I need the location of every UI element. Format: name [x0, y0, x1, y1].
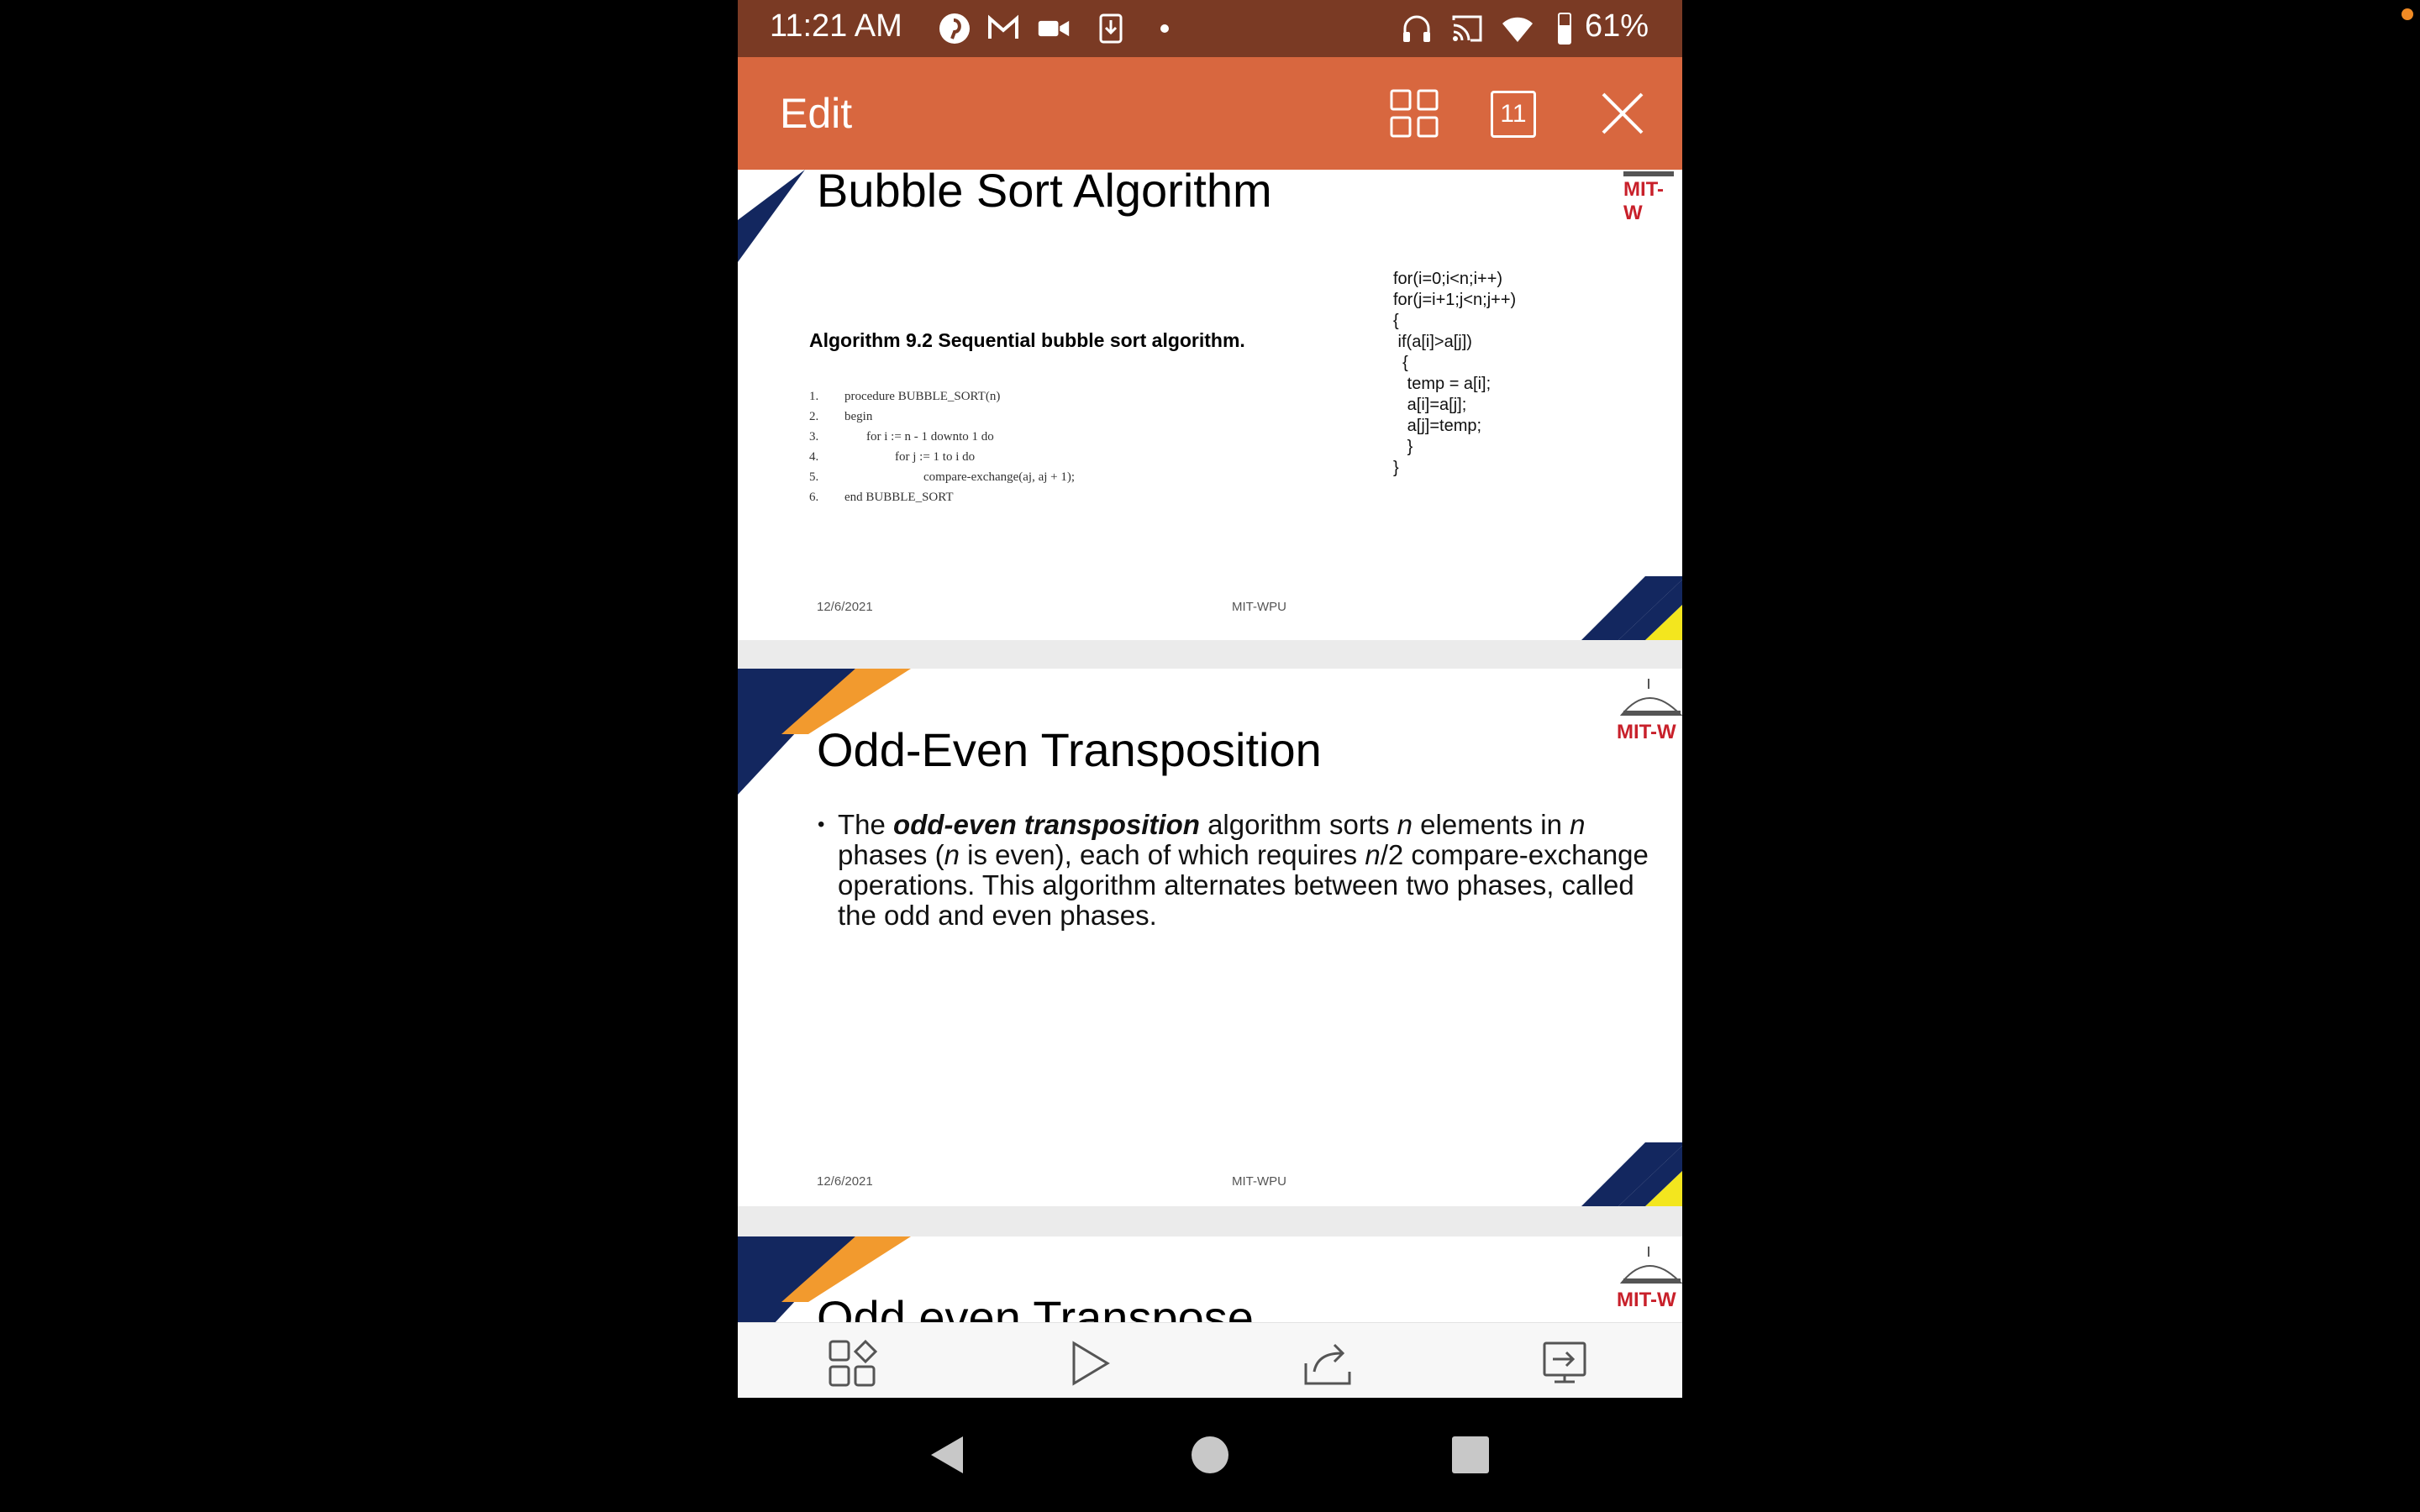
- code-line: for(j=i+1;j<n;j++): [1393, 291, 1517, 309]
- dot-icon: [1160, 24, 1169, 33]
- slide-odd-even-transpose[interactable]: Odd even Transpose MIT-W: [738, 1236, 1682, 1322]
- slide-odd-even[interactable]: Odd-Even Transposition MIT-W • The odd-e…: [738, 669, 1682, 1206]
- bottom-toolbar: [738, 1322, 1682, 1398]
- pinterest-icon: [939, 13, 970, 44]
- code-line: if(a[i]>a[j]): [1393, 333, 1472, 351]
- mit-logo: MIT-W: [1615, 170, 1682, 254]
- headphones-icon: [1403, 15, 1430, 42]
- algorithm-line: 1. procedure BUBBLE_SORT(n): [809, 390, 1001, 403]
- slide-footer: MIT-WPU: [1232, 1174, 1286, 1189]
- algorithm-line: 5. compare-exchange(aj, aj + 1);: [809, 470, 1076, 484]
- slides-scroll-area[interactable]: Bubble Sort Algorithm MIT-W Algorithm 9.…: [738, 170, 1682, 1322]
- battery-icon: [1558, 13, 1571, 45]
- slide-title: Odd-Even Transposition: [817, 723, 1322, 776]
- share-icon[interactable]: [1302, 1338, 1353, 1389]
- grid-view-icon[interactable]: [1388, 87, 1440, 139]
- close-icon[interactable]: [1597, 87, 1649, 139]
- code-line: a[i]=a[j];: [1393, 396, 1467, 414]
- mit-logo: MIT-W: [1615, 1245, 1682, 1322]
- slide-title: Bubble Sort Algorithm: [817, 170, 1272, 217]
- page-count: 11: [1500, 100, 1527, 128]
- slides-layout-icon[interactable]: [827, 1338, 877, 1389]
- slide-bubble-sort[interactable]: Bubble Sort Algorithm MIT-W Algorithm 9.…: [738, 170, 1682, 640]
- slide-corner-decoration: [1581, 576, 1682, 640]
- algorithm-listing: 1. procedure BUBBLE_SORT(n) 2. begin 3. for…: [809, 390, 1075, 511]
- algorithm-line: 2. begin: [809, 410, 873, 423]
- code-line: }: [1393, 459, 1399, 477]
- code-line: }: [1393, 438, 1413, 456]
- play-icon[interactable]: [1064, 1338, 1114, 1389]
- code-line: temp = a[i];: [1393, 375, 1491, 393]
- edit-button[interactable]: Edit: [780, 89, 852, 138]
- slide-footer: MIT-WPU: [1232, 600, 1286, 614]
- video-camera-icon: [1038, 20, 1070, 37]
- bullet-paragraph: • The odd-even transposition algorithm s…: [818, 809, 1649, 931]
- battery-percent: 61%: [1584, 8, 1649, 44]
- gmail-icon: [988, 14, 1018, 39]
- app-bar: Edit 11: [738, 57, 1682, 170]
- cast-icon: [1452, 15, 1482, 42]
- navigation-bar: [738, 1398, 1682, 1512]
- slide-date: 12/6/2021: [817, 1174, 873, 1189]
- code-block: for(i=0;i<n;i++) for(j=i+1;j<n;j++) { if…: [1393, 269, 1516, 479]
- code-line: {: [1393, 312, 1399, 330]
- code-line: for(i=0;i<n;i++): [1393, 270, 1503, 288]
- back-icon[interactable]: [926, 1431, 973, 1478]
- status-time: 11:21 AM: [770, 8, 902, 44]
- download-icon: [1099, 13, 1123, 44]
- slide-title: Odd even Transpose: [817, 1291, 1254, 1322]
- phone-screen: 11:21 AM 61% Edit 11 Bubble Sort Algorit…: [738, 0, 1682, 1512]
- algorithm-line: 4. for j := 1 to i do: [809, 450, 976, 464]
- slide-date: 12/6/2021: [817, 600, 873, 614]
- recents-icon[interactable]: [1447, 1431, 1494, 1478]
- code-line: a[j]=temp;: [1393, 417, 1482, 435]
- algorithm-heading: Algorithm 9.2 Sequential bubble sort alg…: [809, 329, 1245, 351]
- slide-corner-decoration: [1581, 1142, 1682, 1206]
- page-number-button[interactable]: 11: [1491, 91, 1536, 138]
- wifi-icon: [1502, 17, 1533, 42]
- algorithm-line: 6. end BUBBLE_SORT: [809, 491, 954, 504]
- status-bar: 11:21 AM 61%: [738, 0, 1682, 57]
- present-icon[interactable]: [1539, 1338, 1590, 1389]
- algorithm-line: 3. for i := n - 1 downto 1 do: [809, 430, 994, 444]
- notification-dot: [2402, 8, 2413, 20]
- code-line: {: [1393, 354, 1408, 372]
- mit-logo: MIT-W: [1615, 677, 1682, 761]
- home-icon[interactable]: [1186, 1431, 1234, 1478]
